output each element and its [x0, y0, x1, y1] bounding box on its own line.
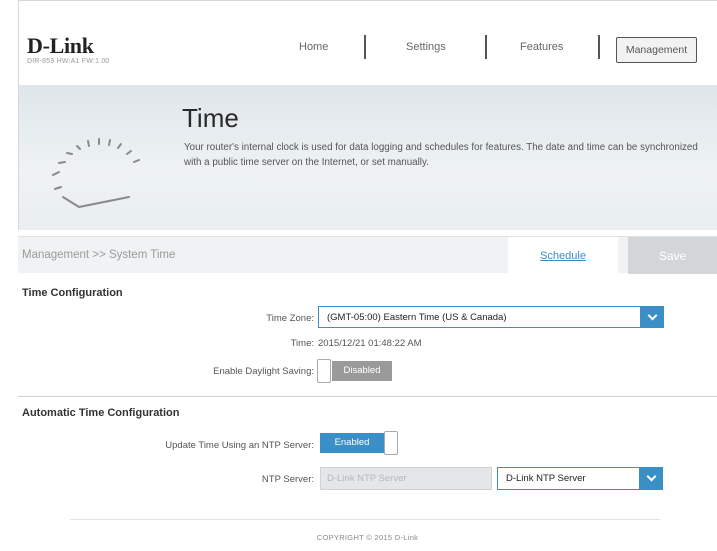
hero-banner: Time Your router's internal clock is use…: [18, 85, 717, 230]
dlink-logo[interactable]: D-Link: [27, 33, 94, 59]
chevron-down-icon[interactable]: [640, 306, 664, 328]
section-divider: [18, 396, 717, 397]
breadcrumb: Management >> System Time: [22, 249, 176, 261]
page-description: Your router's internal clock is used for…: [184, 142, 698, 168]
page-title: Time: [182, 103, 239, 133]
daylight-saving-label: Enable Daylight Saving:: [213, 366, 314, 377]
copyright: COPYRIGHT © 2015 D-Link: [316, 533, 419, 542]
nav-settings[interactable]: Settings: [406, 41, 446, 53]
toggle-knob[interactable]: [384, 431, 398, 455]
time-label: Time:: [290, 338, 314, 349]
breadcrumb-bar: Management >> System Time Schedule Save: [18, 236, 717, 274]
footer-divider: [70, 519, 660, 520]
model-info: DIR-859 HW:A1 FW:1.00: [27, 58, 110, 65]
nav-separator: [485, 35, 487, 59]
chevron-down-icon[interactable]: [639, 467, 663, 490]
nav-separator: [364, 35, 366, 59]
ntp-server-select[interactable]: D-Link NTP Server: [497, 467, 663, 490]
save-button[interactable]: Save: [628, 237, 717, 274]
time-zone-value: (GMT-05:00) Eastern Time (US & Canada): [327, 312, 507, 323]
toggle-knob[interactable]: [317, 359, 331, 383]
ntp-server-select-value: D-Link NTP Server: [506, 473, 586, 484]
section-title-auto-time-config: Automatic Time Configuration: [22, 407, 180, 419]
toggle-state: Disabled: [332, 361, 392, 381]
nav-home[interactable]: Home: [299, 41, 328, 53]
time-value: 2015/12/21 01:48:22 AM: [318, 338, 422, 349]
ntp-server-input-value: D-Link NTP Server: [327, 473, 407, 484]
section-title-time-config: Time Configuration: [22, 287, 123, 299]
ntp-server-label: NTP Server:: [261, 474, 314, 485]
ntp-server-input: D-Link NTP Server: [320, 467, 492, 490]
daylight-saving-toggle[interactable]: Disabled: [317, 359, 397, 383]
header: D-Link DIR-859 HW:A1 FW:1.00 Home Settin…: [18, 0, 717, 85]
toggle-state: Enabled: [320, 433, 384, 453]
nav-features[interactable]: Features: [520, 41, 563, 53]
ntp-update-toggle[interactable]: Enabled: [320, 431, 400, 455]
time-zone-select[interactable]: (GMT-05:00) Eastern Time (US & Canada): [318, 306, 664, 328]
time-zone-label: Time Zone:: [266, 313, 314, 324]
nav-separator: [598, 35, 600, 59]
schedule-link[interactable]: Schedule: [508, 237, 618, 274]
nav-management[interactable]: Management: [616, 37, 697, 63]
clock-gauge-icon: [52, 138, 140, 208]
ntp-update-label: Update Time Using an NTP Server:: [165, 440, 314, 451]
